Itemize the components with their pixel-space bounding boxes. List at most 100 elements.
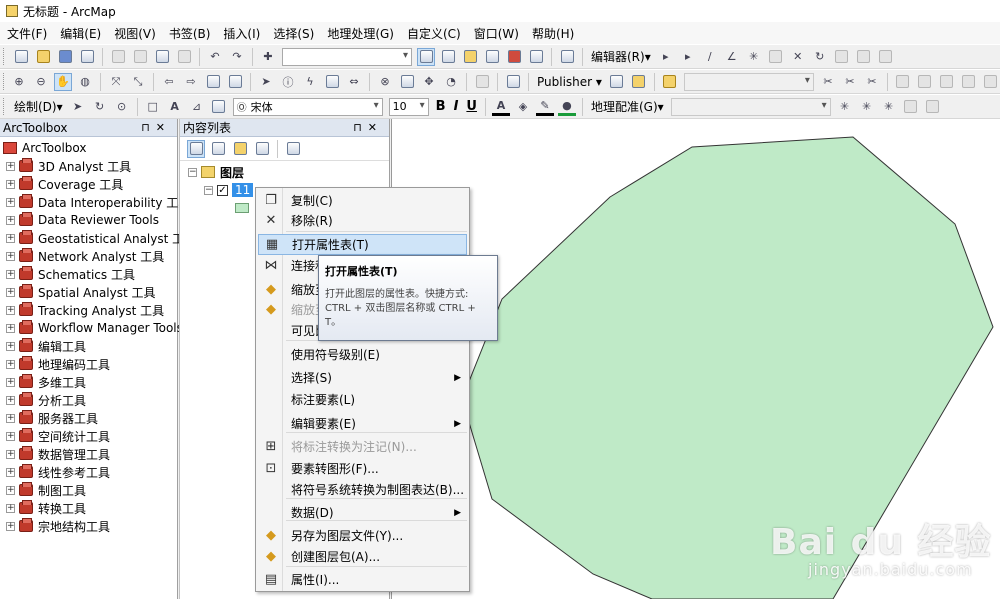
italic-button[interactable]: I	[454, 99, 459, 114]
toolbox-item[interactable]: + 多维工具	[0, 373, 177, 391]
split-icon[interactable]: ✕	[789, 48, 807, 66]
toolbox-item[interactable]: + Spatial Analyst 工具	[0, 283, 177, 301]
georeferencing-menu-button[interactable]: 地理配准(G)▾	[587, 98, 668, 115]
expand-icon[interactable]: +	[6, 431, 15, 441]
toolbox-item[interactable]: + 线性参考工具	[0, 463, 177, 481]
clear-selection-icon[interactable]	[226, 73, 244, 91]
bold-button[interactable]: B	[436, 99, 446, 114]
context-menu-item[interactable]: 标注要素(L)	[258, 389, 467, 410]
fill-color-icon[interactable]: ◈	[514, 98, 532, 116]
toolbox-item[interactable]: + 分析工具	[0, 391, 177, 409]
toolbox-item[interactable]: + 转换工具	[0, 499, 177, 517]
font-size-combo[interactable]: 10	[388, 97, 429, 116]
menu-help[interactable]: 帮助(H)	[525, 25, 580, 42]
georef-layer-combo[interactable]	[670, 97, 831, 116]
identify-icon[interactable]: ⓘ	[279, 73, 297, 91]
shift-georef-icon[interactable]: ✳	[858, 98, 876, 116]
sketch-properties-icon[interactable]	[855, 48, 873, 66]
marker-color-icon[interactable]: ●	[557, 98, 576, 116]
fixed-zoom-in-icon[interactable]: ⤧	[107, 73, 125, 91]
underline-button[interactable]: U	[466, 99, 477, 114]
select-elements-icon[interactable]: ➤	[69, 98, 87, 116]
menu-bookmarks[interactable]: 书签(B)	[162, 25, 217, 42]
topology-rule-icon[interactable]	[938, 73, 956, 91]
open-icon[interactable]	[34, 48, 52, 66]
table-of-contents-icon[interactable]	[439, 48, 457, 66]
expand-icon[interactable]: +	[6, 251, 15, 261]
expand-icon[interactable]: +	[6, 305, 15, 315]
layer-visibility-checkbox[interactable]: ✓	[217, 184, 228, 196]
toolbox-item[interactable]: + Tracking Analyst 工具	[0, 301, 177, 319]
font-color-icon[interactable]: A	[491, 98, 510, 116]
sketch-icon[interactable]: ∠	[723, 48, 741, 66]
toolbox-item[interactable]: + 数据管理工具	[0, 445, 177, 463]
snapping-icon[interactable]: ✂	[819, 73, 837, 91]
map-scale-combo[interactable]	[282, 47, 412, 66]
print-icon[interactable]	[78, 48, 96, 66]
catalog-icon[interactable]	[461, 48, 479, 66]
context-menu-item[interactable]: 数据(D) ▶	[258, 502, 467, 523]
toolbox-item[interactable]: + Coverage 工具	[0, 175, 177, 193]
snapping-edge-icon[interactable]: ✂	[863, 73, 881, 91]
context-menu-item[interactable]: 选择(S) ▶	[258, 367, 467, 388]
expand-icon[interactable]: +	[6, 233, 15, 243]
topology-edit-icon[interactable]	[916, 73, 934, 91]
layers-group[interactable]: − 图层	[180, 163, 389, 181]
expand-icon[interactable]: +	[6, 287, 15, 297]
expand-icon[interactable]: +	[6, 269, 15, 279]
list-by-visibility-icon[interactable]	[231, 140, 249, 158]
edit-annotation-icon[interactable]: ▸	[679, 48, 697, 66]
toolbox-item[interactable]: + Workflow Manager Tools	[0, 319, 183, 337]
toolbox-root[interactable]: ArcToolbox	[0, 139, 177, 157]
model-builder-icon[interactable]	[558, 48, 576, 66]
new-text-icon[interactable]	[210, 98, 228, 116]
menu-geoprocessing[interactable]: 地理处理(G)	[320, 25, 400, 42]
context-menu-item[interactable]: ◆ 创建图层包(A)...	[258, 546, 467, 567]
expand-icon[interactable]: +	[6, 341, 15, 351]
reshape-icon[interactable]	[767, 48, 785, 66]
expand-icon[interactable]: +	[6, 197, 15, 207]
create-features-icon[interactable]	[877, 48, 895, 66]
zoom-in-icon[interactable]: ⊕	[10, 73, 28, 91]
context-menu-item[interactable]: ▦ 打开属性表(T)	[258, 234, 467, 255]
draw-menu-button[interactable]: 绘制(D)▾	[10, 98, 67, 115]
list-by-source-icon[interactable]	[209, 140, 227, 158]
expand-icon[interactable]: +	[6, 521, 15, 531]
toolbox-item[interactable]: + Data Reviewer Tools	[0, 211, 177, 229]
menu-file[interactable]: 文件(F)	[0, 25, 53, 42]
topology-fix-icon[interactable]	[982, 73, 1000, 91]
toc-options-icon[interactable]	[284, 140, 302, 158]
collapse-icon[interactable]: −	[188, 167, 197, 177]
layout-icon[interactable]	[504, 73, 522, 91]
viewer-icon[interactable]	[924, 98, 942, 116]
add-data-icon[interactable]: ✚	[259, 48, 277, 66]
forward-arrow-icon[interactable]: ⇨	[182, 73, 200, 91]
copy-icon[interactable]	[131, 48, 149, 66]
context-menu-item[interactable]: 将符号系统转换为制图表达(B)...	[258, 479, 467, 500]
context-menu-item[interactable]: 使用符号级别(E)	[258, 344, 467, 365]
layer-name[interactable]: 11	[232, 183, 254, 197]
attributes-icon[interactable]	[833, 48, 851, 66]
rotate-element-icon[interactable]: ↻	[91, 98, 109, 116]
toolbox-item[interactable]: + Schematics 工具	[0, 265, 177, 283]
toolbox-item[interactable]: + 制图工具	[0, 481, 177, 499]
expand-icon[interactable]: +	[6, 377, 15, 387]
context-menu-item[interactable]: ▤ 属性(I)...	[258, 569, 467, 590]
folder-icon[interactable]	[661, 73, 679, 91]
fixed-zoom-out-icon[interactable]: ⤡	[129, 73, 147, 91]
edit-tool-icon[interactable]: ▸	[657, 48, 675, 66]
context-menu-item[interactable]: ◆ 另存为图层文件(Y)...	[258, 525, 467, 546]
select-elements-arrow-icon[interactable]: ➤	[257, 73, 275, 91]
rectangle-icon[interactable]: □	[144, 98, 162, 116]
context-menu-item[interactable]: ⊞ 将标注转换为注记(N)...	[258, 436, 467, 457]
python-icon[interactable]	[527, 48, 545, 66]
save-icon[interactable]	[56, 48, 74, 66]
paste-icon[interactable]	[153, 48, 171, 66]
context-menu-item[interactable]: 编辑要素(E) ▶	[258, 413, 467, 434]
editor-menu-button[interactable]: 编辑器(R)▾	[587, 48, 655, 65]
toc-pin-close-icon[interactable]: ⊓✕	[353, 121, 383, 134]
publisher-menu-button[interactable]: Publisher ▾	[533, 75, 606, 89]
zoom-out-icon[interactable]: ⊖	[32, 73, 50, 91]
layer-collapse-icon[interactable]: −	[204, 185, 213, 195]
hyperlink-icon[interactable]: ϟ	[301, 73, 319, 91]
